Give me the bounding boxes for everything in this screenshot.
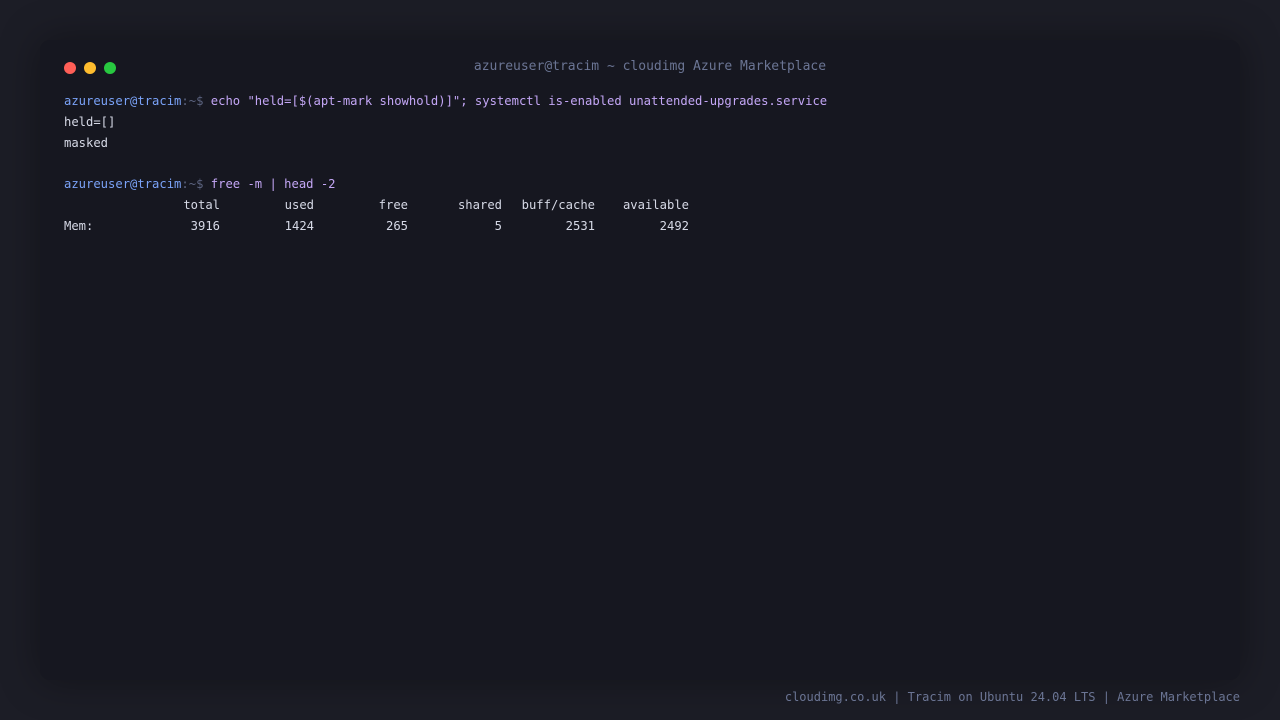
- table-header-cell: free: [378, 197, 408, 212]
- table-cell: 5: [494, 218, 502, 233]
- prompt-user: azureuser@tracim: [64, 177, 182, 192]
- output-line: held=[]: [64, 114, 116, 129]
- footer-caption: cloudimg.co.uk | Tracim on Ubuntu 24.04 …: [784, 690, 1240, 704]
- window-title: azureuser@tracim ~ cloudimg Azure Market…: [473, 59, 827, 74]
- terminal-output[interactable]: azureuser@tracim:~$ echo "held=[$(apt-ma…: [64, 91, 1216, 237]
- prompt-separator: :~$: [181, 177, 204, 192]
- table-header-cell: total: [183, 197, 220, 212]
- table-header-cell: available: [622, 197, 689, 212]
- table-cell: 2531: [565, 218, 595, 233]
- table-header-cell: shared: [457, 197, 502, 212]
- table-row: Mem: 3916 1424 265 5 2531 2492: [64, 216, 1216, 237]
- table-header-row: total used free shared buff/cache available: [64, 195, 1216, 216]
- table-header-cell: used: [284, 197, 314, 212]
- table-cell: 2492: [659, 218, 689, 233]
- command-text: echo "held=[$(apt-mark showhold)]"; syst…: [210, 94, 828, 108]
- command-text: free -m | head -2: [210, 177, 336, 192]
- table-cell: Mem:: [64, 218, 94, 233]
- terminal-window: azureuser@tracim ~ cloudimg Azure Market…: [40, 40, 1240, 680]
- table-cell: 3916: [190, 218, 220, 233]
- prompt-separator: :~$: [181, 94, 204, 108]
- table-cell: 1424: [284, 218, 314, 233]
- memory-table: total used free shared buff/cache available M…: [64, 195, 1216, 237]
- table-header-cell: buff/cache: [521, 197, 595, 212]
- output-line: masked: [64, 135, 109, 150]
- prompt-user: azureuser@tracim: [64, 94, 182, 108]
- command-line: azureuser@tracim:~$ echo "held=[$(apt-ma…: [64, 91, 1216, 112]
- table-cell: 265: [385, 218, 408, 233]
- title-bar: azureuser@tracim ~ cloudimg Azure Market…: [40, 40, 1240, 96]
- command-line: azureuser@tracim:~$ free -m | head -2: [64, 174, 1216, 195]
